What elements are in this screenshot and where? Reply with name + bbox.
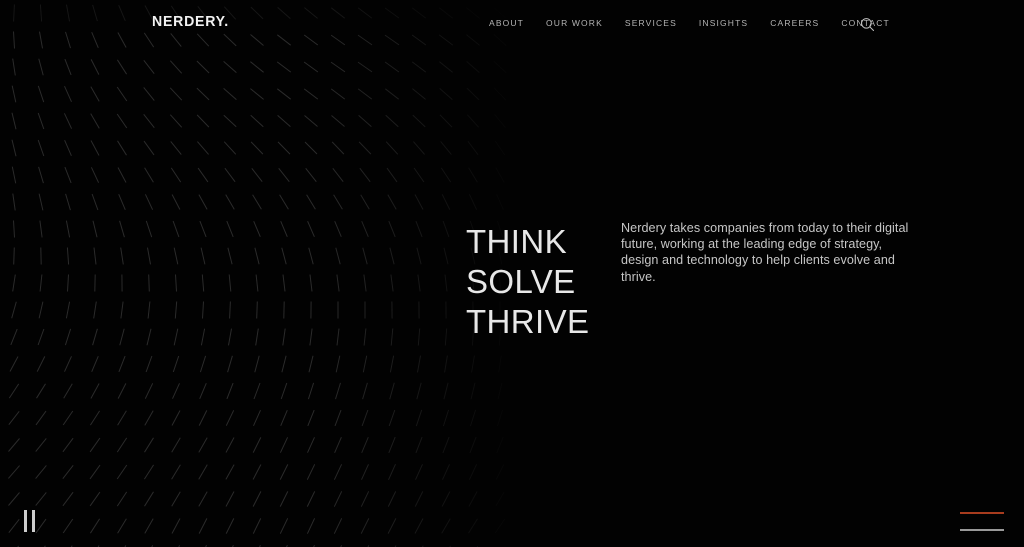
slide-indicator-1[interactable] [960, 512, 1004, 514]
search-button[interactable] [858, 15, 876, 33]
pause-button[interactable] [24, 509, 48, 533]
logo-nerdery[interactable]: NERDERY. [152, 14, 229, 29]
nav-item-our-work[interactable]: OUR WORK [546, 17, 603, 29]
slide-indicator-group [960, 512, 1004, 531]
pause-icon-bar-right [32, 510, 35, 532]
hero-headline: THINK SOLVE THRIVE [466, 222, 589, 342]
logo-dot: . [224, 13, 229, 30]
slide-indicator-2[interactable] [960, 529, 1004, 531]
primary-navigation: ABOUT OUR WORK SERVICES INSIGHTS CAREERS CONT… [489, 17, 912, 29]
headline-line-2: SOLVE [466, 263, 576, 300]
headline-line-3: THRIVE [466, 303, 590, 340]
pause-icon-bar-left [24, 510, 27, 532]
nav-item-insights[interactable]: INSIGHTS [699, 17, 748, 29]
hero-description: Nerdery takes companies from today to th… [621, 221, 909, 284]
nav-item-about[interactable]: ABOUT [489, 17, 524, 29]
logo-text: NERDERY [152, 13, 225, 30]
nav-item-careers[interactable]: CAREERS [770, 17, 819, 29]
page-root: NERDERY. ABOUT OUR WORK SERVICES INSIGHTS CA… [0, 0, 1024, 547]
headline-line-1: THINK [466, 223, 567, 260]
search-icon [860, 17, 874, 31]
nav-item-services[interactable]: SERVICES [625, 17, 677, 29]
site-header: NERDERY. ABOUT OUR WORK SERVICES INSIGHTS CA… [0, 0, 1024, 46]
